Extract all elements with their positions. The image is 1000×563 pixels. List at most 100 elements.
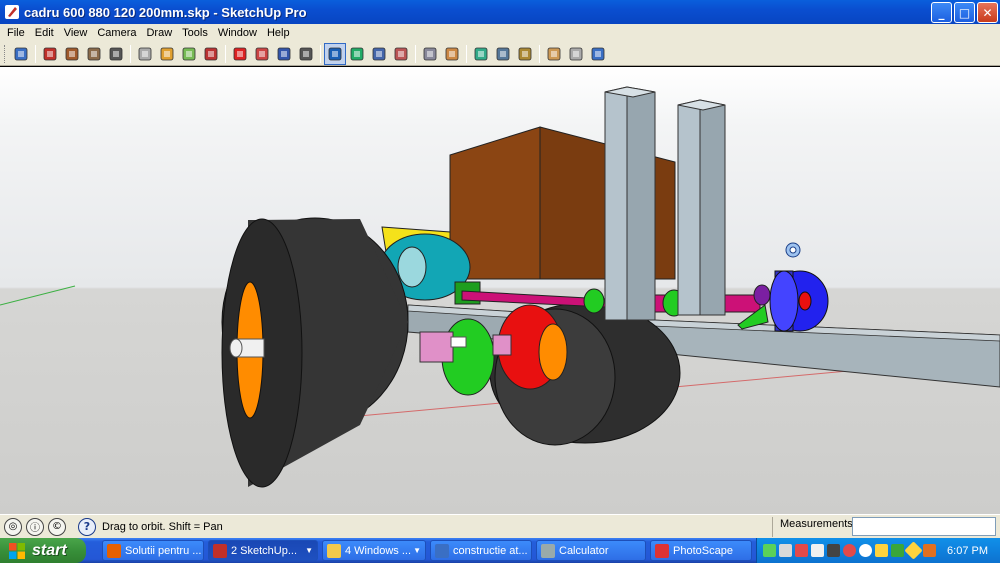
start-label: start — [32, 541, 67, 559]
circle-tool-button[interactable] — [83, 43, 105, 65]
account-icon[interactable]: © — [48, 517, 66, 536]
taskbar-item-label: 2 SketchUp... — [231, 544, 298, 557]
menu-edit[interactable]: Edit — [30, 27, 59, 39]
circle-tool-icon — [87, 47, 101, 60]
windows-taskbar: start Solutii pentru ... 2 SketchUp... ▼ 4 … — [0, 538, 1000, 563]
tray-app-icon[interactable] — [795, 544, 808, 557]
pan-tool-icon — [350, 47, 364, 60]
next-view-button[interactable] — [441, 43, 463, 65]
sketchup-icon — [213, 543, 227, 558]
measurements-label: Measurements — [780, 518, 853, 530]
taskbar-item[interactable]: 2 SketchUp... ▼ — [208, 540, 318, 561]
make-component-button[interactable] — [134, 43, 156, 65]
status-separator — [772, 517, 773, 537]
make-component-icon — [138, 47, 152, 60]
credits-icon[interactable]: ⓘ — [26, 517, 44, 536]
rectangle-tool-button[interactable] — [61, 43, 83, 65]
tray-app-icon[interactable] — [904, 541, 923, 560]
taskbar-item-label: constructie at... — [453, 544, 528, 557]
orbit-tool-button[interactable] — [324, 42, 346, 65]
taskbar-item[interactable]: constructie at... — [430, 540, 532, 561]
get-models-button[interactable] — [543, 43, 565, 65]
next-view-icon — [445, 47, 459, 60]
follow-me-button[interactable] — [295, 43, 317, 65]
measurements-input[interactable] — [852, 517, 996, 536]
menu-camera[interactable]: Camera — [92, 27, 141, 39]
previous-view-icon — [423, 47, 437, 60]
look-around-button[interactable] — [514, 43, 536, 65]
share-model-icon — [569, 47, 583, 60]
position-camera-button[interactable] — [470, 43, 492, 65]
arc-tool-icon — [109, 47, 123, 60]
start-button[interactable]: start — [0, 538, 86, 563]
eraser-tool-icon — [160, 47, 174, 60]
push-pull-button[interactable] — [229, 43, 251, 65]
tray-app-icon[interactable] — [923, 544, 936, 557]
window-controls: _ □ ✕ — [931, 2, 998, 23]
volume-icon[interactable] — [811, 544, 824, 557]
georeference-icon[interactable]: ◎ — [4, 517, 22, 536]
tray-app-icon[interactable] — [891, 544, 904, 557]
toolbar-separator — [415, 44, 416, 63]
taskbar-item[interactable]: Solutii pentru ... — [102, 540, 204, 561]
arc-tool-button[interactable] — [105, 43, 127, 65]
tray-app-icon[interactable] — [859, 544, 872, 557]
taskbar-item[interactable]: 4 Windows ... ▼ — [322, 540, 426, 561]
select-tool-button[interactable] — [10, 43, 32, 65]
status-hint: Drag to orbit. Shift = Pan — [102, 520, 223, 533]
vertical-post-rear — [677, 99, 701, 316]
walk-tool-button[interactable] — [492, 43, 514, 65]
get-models-icon — [547, 47, 561, 60]
share-model-button[interactable] — [565, 43, 587, 65]
maximize-button[interactable]: □ — [954, 2, 975, 23]
share-component-button[interactable] — [587, 43, 609, 65]
menu-tools[interactable]: Tools — [177, 27, 213, 39]
vertical-post-front — [604, 86, 628, 321]
menu-window[interactable]: Window — [213, 27, 262, 39]
minimize-button[interactable]: _ — [931, 2, 952, 23]
orbit-cursor-icon — [785, 242, 801, 258]
firefox-icon — [107, 543, 121, 558]
menu-view[interactable]: View — [59, 27, 93, 39]
taskbar-clock: 6:07 PM — [947, 544, 988, 557]
calculator-icon — [541, 543, 555, 558]
previous-view-button[interactable] — [419, 43, 441, 65]
pan-tool-button[interactable] — [346, 43, 368, 65]
tray-app-icon[interactable] — [779, 544, 792, 557]
tape-measure-button[interactable] — [178, 43, 200, 65]
system-tray: 6:07 PM — [756, 538, 1000, 563]
menu-file[interactable]: File — [2, 27, 30, 39]
share-component-icon — [591, 47, 605, 60]
pencil-line-tool-button[interactable] — [39, 43, 61, 65]
push-pull-icon — [233, 47, 247, 60]
rotate-tool-button[interactable] — [273, 43, 295, 65]
select-tool-icon — [14, 47, 28, 60]
toolbar-grip[interactable] — [4, 44, 7, 63]
toolbar-separator — [35, 44, 36, 63]
paint-bucket-button[interactable] — [200, 43, 222, 65]
status-bar: ◎ ⓘ © ? Drag to orbit. Shift = Pan Measu… — [0, 514, 1000, 538]
taskbar-item[interactable]: PhotoScape — [650, 540, 752, 561]
menu-help[interactable]: Help — [262, 27, 295, 39]
zoom-extents-button[interactable] — [390, 43, 412, 65]
tray-app-icon[interactable] — [763, 544, 776, 557]
sketchup-app-icon[interactable] — [4, 4, 20, 20]
group-arrow-icon: ▼ — [413, 546, 421, 555]
tray-app-icon[interactable] — [827, 544, 840, 557]
taskbar-item[interactable]: Calculator — [536, 540, 646, 561]
tray-app-icon[interactable] — [875, 544, 888, 557]
model-viewport[interactable] — [0, 67, 1000, 514]
eraser-tool-button[interactable] — [156, 43, 178, 65]
folder-icon — [327, 543, 341, 558]
model-scene — [0, 86, 1000, 488]
move-tool-button[interactable] — [251, 43, 273, 65]
group-arrow-icon: ▼ — [305, 546, 313, 555]
close-button[interactable]: ✕ — [977, 2, 998, 23]
taskbar-item-label: 4 Windows ... — [345, 544, 412, 557]
tray-app-icon[interactable] — [843, 544, 856, 557]
drive-shaft-left — [461, 290, 606, 308]
zoom-tool-button[interactable] — [368, 43, 390, 65]
pink-bearing-block — [419, 331, 454, 363]
instructor-help-icon[interactable]: ? — [78, 517, 96, 536]
menu-draw[interactable]: Draw — [141, 27, 177, 39]
